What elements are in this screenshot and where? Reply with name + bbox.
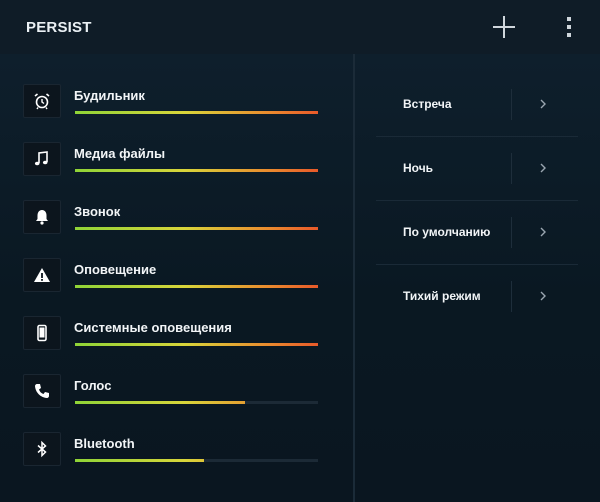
volume-item-media: Медиа файлы (0, 142, 353, 200)
bluetooth-icon (23, 432, 61, 466)
chevron-right-icon (540, 227, 546, 237)
profile-separator (511, 217, 512, 248)
phone-device-icon (23, 316, 61, 350)
volume-item-alarm: Будильник (0, 84, 353, 142)
profile-separator (511, 153, 512, 184)
chevron-right-icon (540, 99, 546, 109)
volume-level-fill (75, 343, 318, 346)
volume-slider[interactable] (75, 227, 318, 230)
profile-item-silent[interactable]: Тихий режим (376, 264, 578, 328)
music-note-icon (23, 142, 61, 176)
volume-level-fill (75, 459, 204, 462)
alarm-clock-icon (23, 84, 61, 118)
volume-item-voice: Голос (0, 374, 353, 432)
volume-level-fill (75, 285, 318, 288)
volume-label: Будильник (74, 88, 145, 103)
volume-label: Системные оповещения (74, 320, 232, 335)
volume-slider[interactable] (75, 401, 318, 404)
chevron-right-icon (540, 291, 546, 301)
profile-label: По умолчанию (403, 225, 491, 239)
volume-item-bluetooth: Bluetooth (0, 432, 353, 490)
volume-level-fill (75, 169, 318, 172)
app-title: PERSIST (26, 19, 92, 36)
volume-level-fill (75, 111, 318, 114)
volume-label: Голос (74, 378, 112, 393)
profile-label: Тихий режим (403, 289, 481, 303)
volume-item-system: Системные оповещения (0, 316, 353, 374)
volume-level-fill (75, 401, 246, 404)
phone-handset-icon (23, 374, 61, 408)
profile-separator (511, 89, 512, 120)
volume-slider[interactable] (75, 169, 318, 172)
volume-item-notification: Оповещение (0, 258, 353, 316)
profile-label: Встреча (403, 97, 452, 111)
panel-divider (353, 54, 355, 502)
profile-separator (511, 281, 512, 312)
volume-slider[interactable] (75, 343, 318, 346)
volume-slider[interactable] (75, 111, 318, 114)
volume-label: Звонок (74, 204, 121, 219)
bell-icon (23, 200, 61, 234)
profile-item-default[interactable]: По умолчанию (376, 200, 578, 265)
volume-label: Bluetooth (74, 436, 135, 451)
profile-label: Ночь (403, 161, 434, 175)
volume-label: Медиа файлы (74, 146, 166, 161)
volume-slider[interactable] (75, 285, 318, 288)
volume-slider[interactable] (75, 459, 318, 462)
app-bar: PERSIST (0, 0, 600, 54)
volume-label: Оповещение (74, 262, 157, 277)
overflow-menu-icon[interactable] (560, 14, 578, 40)
warning-icon (23, 258, 61, 292)
profile-item-meeting[interactable]: Встреча (376, 72, 578, 137)
main-content: Будильник Медиа файлы Звонок Оповещение … (0, 54, 600, 502)
chevron-right-icon (540, 163, 546, 173)
volume-item-ringer: Звонок (0, 200, 353, 258)
volume-level-fill (75, 227, 318, 230)
profile-item-night[interactable]: Ночь (376, 136, 578, 201)
add-icon[interactable] (491, 14, 517, 40)
